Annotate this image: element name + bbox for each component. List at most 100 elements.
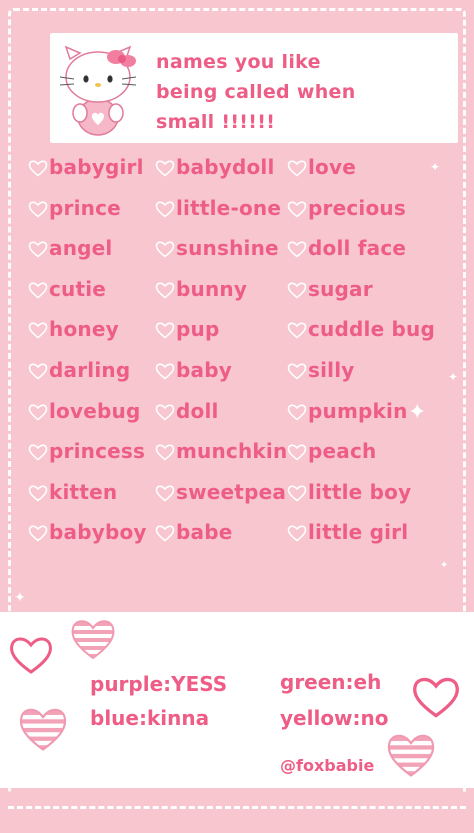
page-title: names you like being called when small !… (156, 47, 446, 137)
name-label: bunny (176, 276, 248, 301)
name-option: prince (28, 196, 121, 220)
heart-outline-icon (28, 483, 48, 502)
name-option: sunshine (155, 236, 279, 260)
title-line: being called when (156, 81, 356, 103)
name-label: sunshine (176, 236, 279, 261)
heart-outline-icon (155, 239, 175, 258)
heart-outline-icon (287, 442, 307, 461)
heart-outline-icon (155, 483, 175, 502)
heart-outline-icon (28, 239, 48, 258)
heart-outline-icon (155, 442, 175, 461)
name-option: lovebug (28, 399, 140, 423)
author-handle: @foxbabie (280, 756, 375, 775)
name-label: babyboy (49, 520, 147, 545)
name-label: doll (176, 398, 219, 423)
name-label: prince (49, 195, 121, 220)
name-label: baby (176, 358, 232, 382)
name-option: silly (287, 358, 355, 382)
sparkle-icon: ✦ (408, 400, 427, 425)
name-label: silly (308, 358, 355, 382)
name-label: honey (49, 317, 119, 342)
name-option: sweetpea (155, 480, 286, 504)
name-label: sweetpea (176, 479, 287, 504)
name-option: babygirl (28, 155, 144, 179)
heart-outline-icon (287, 361, 307, 380)
name-option: doll (155, 399, 219, 423)
name-label: doll face (308, 236, 407, 261)
heart-outline-icon (155, 158, 175, 177)
name-label: pup (176, 317, 220, 342)
heart-outline-icon (155, 523, 175, 542)
heart-outline-icon (287, 320, 307, 339)
heart-outline-icon (287, 199, 307, 218)
heart-outline-icon (28, 523, 48, 542)
heart-outline-icon (28, 280, 48, 299)
hello-kitty-icon (59, 45, 137, 136)
legend-purple: purple:YESS (90, 672, 228, 696)
title-line: names you like (156, 51, 321, 73)
name-label: babe (176, 520, 233, 545)
name-label: babygirl (49, 155, 144, 179)
name-label: precious (308, 195, 406, 220)
name-option: pumpkin (287, 399, 408, 423)
name-option: kitten (28, 480, 117, 504)
heart-outline-icon (287, 402, 307, 421)
legend-yellow: yellow:no (280, 706, 389, 730)
name-label: little girl (308, 520, 409, 545)
name-option: munchkin (155, 439, 287, 463)
heart-outline-icon (155, 199, 175, 218)
name-option: love (287, 155, 356, 179)
name-option: doll face (287, 236, 406, 260)
heart-outline-icon (28, 199, 48, 218)
name-option: babydoll (155, 155, 275, 179)
sparkle-icon: ✦ (14, 590, 26, 606)
heart-outline-icon (10, 637, 52, 674)
name-option: angel (28, 236, 112, 260)
heart-outline-icon (287, 158, 307, 177)
name-label: babydoll (176, 155, 275, 179)
heart-outline-icon (155, 320, 175, 339)
striped-heart-icon (19, 708, 67, 751)
header-card: names you like being called when small !… (50, 33, 458, 143)
heart-outline-icon (28, 320, 48, 339)
name-option: little-one (155, 196, 281, 220)
heart-outline-icon (28, 402, 48, 421)
striped-heart-icon (71, 620, 115, 660)
name-option: darling (28, 358, 130, 382)
name-label: cuddle bug (308, 317, 435, 342)
name-label: peach (308, 439, 377, 464)
legend-panel: purple:YESS blue:kinna green:eh yellow:n… (0, 612, 474, 788)
name-option: little boy (287, 480, 411, 504)
heart-outline-icon (287, 280, 307, 299)
sparkle-icon: ✦ (440, 560, 449, 571)
heart-outline-icon (287, 483, 307, 502)
legend-green: green:eh (280, 670, 382, 694)
heart-outline-icon (155, 361, 175, 380)
striped-heart-icon (387, 734, 435, 777)
title-line: small !!!!!! (156, 111, 276, 133)
sparkle-icon: ✦ (448, 370, 459, 384)
name-label: pumpkin (308, 398, 408, 423)
heart-outline-icon (28, 361, 48, 380)
name-option: honey (28, 317, 119, 341)
name-label: sugar (308, 276, 373, 301)
name-option: little girl (287, 520, 408, 544)
name-option: babe (155, 520, 233, 544)
heart-outline-icon (287, 239, 307, 258)
name-option: precious (287, 196, 406, 220)
legend-blue: blue:kinna (90, 706, 210, 730)
heart-outline-icon (28, 442, 48, 461)
name-option: cuddle bug (287, 317, 435, 341)
name-label: little boy (308, 479, 412, 504)
heart-outline-icon (155, 402, 175, 421)
name-label: lovebug (49, 398, 141, 423)
heart-outline-icon (413, 677, 459, 718)
name-label: kitten (49, 479, 118, 504)
name-label: cutie (49, 276, 107, 301)
name-option: bunny (155, 277, 247, 301)
name-label: angel (49, 236, 113, 261)
name-option: sugar (287, 277, 373, 301)
heart-outline-icon (28, 158, 48, 177)
name-option: babyboy (28, 520, 147, 544)
sparkle-icon: ✦ (430, 160, 441, 174)
